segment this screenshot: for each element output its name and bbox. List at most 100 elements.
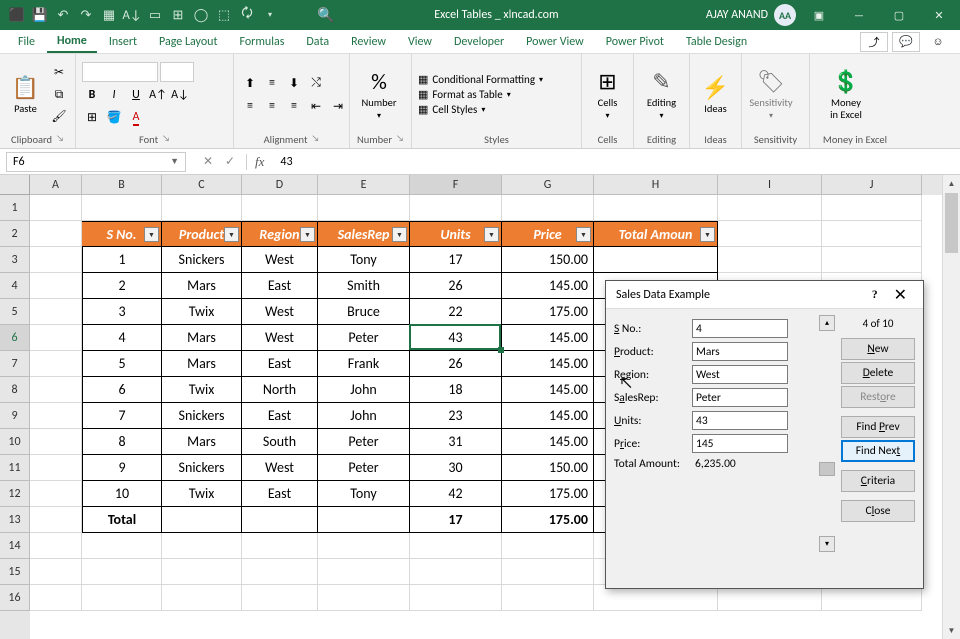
copy-icon[interactable]: ⧉	[49, 85, 69, 105]
table-cell[interactable]: South	[242, 429, 318, 455]
find-prev-button[interactable]: Find Prev	[841, 416, 915, 438]
table-cell[interactable]: Snickers	[162, 455, 242, 481]
table-cell[interactable]: 17	[410, 247, 502, 273]
table-cell[interactable]: 145.00	[502, 325, 594, 351]
salesrep-field[interactable]: Peter	[692, 388, 788, 407]
cell[interactable]	[82, 585, 162, 611]
cell[interactable]	[162, 559, 242, 585]
cells-button[interactable]: ⊞Cells▾	[588, 62, 627, 128]
table-cell[interactable]: 30	[410, 455, 502, 481]
table-cell[interactable]: 150.00	[502, 455, 594, 481]
table-header[interactable]: Price▼	[502, 221, 594, 247]
table-cell[interactable]: 175.00	[502, 299, 594, 325]
qat-customize-icon[interactable]: ▾	[259, 4, 281, 26]
table-cell[interactable]: Smith	[318, 273, 410, 299]
table-cell[interactable]: Frank	[318, 351, 410, 377]
cell[interactable]	[822, 195, 922, 221]
column-header[interactable]: I	[718, 175, 822, 195]
paste-button[interactable]: 📋Paste	[6, 62, 45, 128]
tab-table-design[interactable]: Table Design	[676, 32, 757, 52]
units-field[interactable]: 43	[692, 411, 788, 430]
column-header[interactable]: E	[318, 175, 410, 195]
qat-button[interactable]: ◯	[190, 4, 212, 26]
cell[interactable]	[410, 195, 502, 221]
row-header[interactable]: 7	[0, 351, 30, 377]
row-header[interactable]: 14	[0, 533, 30, 559]
table-cell[interactable]: Tony	[318, 481, 410, 507]
qat-button[interactable]: ⬚	[213, 4, 235, 26]
cell[interactable]	[30, 221, 82, 247]
cell-styles-button[interactable]: ▦Cell Styles▾	[418, 103, 543, 116]
tab-formulas[interactable]: Formulas	[229, 32, 294, 52]
column-header[interactable]: C	[162, 175, 242, 195]
table-cell[interactable]: John	[318, 377, 410, 403]
table-cell[interactable]: 145.00	[502, 377, 594, 403]
table-cell[interactable]: Tony	[318, 247, 410, 273]
product-field[interactable]: Mars	[692, 342, 788, 361]
cell[interactable]	[30, 429, 82, 455]
close-button[interactable]: Close	[841, 500, 915, 522]
editing-button[interactable]: ✎Editing▾	[640, 62, 683, 128]
table-total-cell[interactable]: 17	[410, 507, 502, 533]
table-cell[interactable]: West	[242, 455, 318, 481]
scroll-down-icon[interactable]: ▼	[943, 622, 960, 639]
row-header[interactable]: 1	[0, 195, 30, 221]
cell[interactable]	[318, 585, 410, 611]
cell[interactable]	[82, 559, 162, 585]
dialog-launcher-icon[interactable]: ↘	[56, 133, 64, 146]
scrollbar-thumb[interactable]	[819, 462, 835, 476]
dialog-scrollbar[interactable]: ▴ ▾	[819, 315, 835, 582]
row-header[interactable]: 6	[0, 325, 30, 351]
qat-button[interactable]: ▦	[98, 4, 120, 26]
sensitivity-button[interactable]: 🏷Sensitivity▾	[748, 62, 794, 128]
table-cell[interactable]: 10	[82, 481, 162, 507]
table-cell[interactable]: Snickers	[162, 247, 242, 273]
autosave-toggle[interactable]: ⬛	[6, 4, 28, 26]
font-size-selector[interactable]	[160, 62, 194, 82]
format-as-table-button[interactable]: ▦Format as Table▾	[418, 88, 543, 101]
region-field[interactable]: West	[692, 365, 788, 384]
select-all-button[interactable]	[0, 175, 30, 195]
row-header[interactable]: 13	[0, 507, 30, 533]
table-cell[interactable]: Peter	[318, 455, 410, 481]
table-cell[interactable]: 18	[410, 377, 502, 403]
filter-dropdown-icon[interactable]: ▼	[300, 227, 315, 242]
table-cell[interactable]: Bruce	[318, 299, 410, 325]
minimize-button[interactable]: —	[842, 0, 876, 30]
help-button[interactable]: ?	[862, 289, 888, 301]
table-cell[interactable]: West	[242, 299, 318, 325]
avatar[interactable]: AA	[774, 4, 796, 26]
table-cell[interactable]: 145.00	[502, 273, 594, 299]
table-cell[interactable]: East	[242, 403, 318, 429]
table-cell[interactable]: Snickers	[162, 403, 242, 429]
row-header[interactable]: 12	[0, 481, 30, 507]
tab-power-pivot[interactable]: Power Pivot	[596, 32, 674, 52]
cell[interactable]	[30, 585, 82, 611]
tab-page-layout[interactable]: Page Layout	[149, 32, 227, 52]
table-cell[interactable]: 145.00	[502, 429, 594, 455]
new-button[interactable]: New	[841, 338, 915, 360]
tab-view[interactable]: View	[398, 32, 442, 52]
ideas-button[interactable]: ⚡Ideas	[696, 62, 735, 128]
table-cell[interactable]: 5	[82, 351, 162, 377]
row-header[interactable]: 11	[0, 455, 30, 481]
qat-refresh-icon[interactable]: 🗘	[236, 4, 258, 26]
maximize-button[interactable]: ▢	[882, 0, 916, 30]
row-header[interactable]: 2	[0, 221, 30, 247]
cell[interactable]	[718, 195, 822, 221]
table-total-cell[interactable]: 175.00	[502, 507, 594, 533]
cell[interactable]	[30, 299, 82, 325]
cell[interactable]	[30, 403, 82, 429]
table-header[interactable]: S No.▼	[82, 221, 162, 247]
cell[interactable]	[318, 559, 410, 585]
align-top-icon[interactable]: ⬆	[240, 73, 260, 93]
conditional-formatting-button[interactable]: ▦Conditional Formatting▾	[418, 73, 543, 86]
cell[interactable]	[162, 533, 242, 559]
tab-insert[interactable]: Insert	[99, 32, 147, 52]
table-cell[interactable]: 43	[410, 325, 502, 351]
cell[interactable]	[318, 533, 410, 559]
vertical-scrollbar[interactable]: ▲ ▼	[942, 175, 960, 639]
cell[interactable]	[242, 195, 318, 221]
table-cell[interactable]: 145.00	[502, 351, 594, 377]
cell[interactable]	[242, 559, 318, 585]
